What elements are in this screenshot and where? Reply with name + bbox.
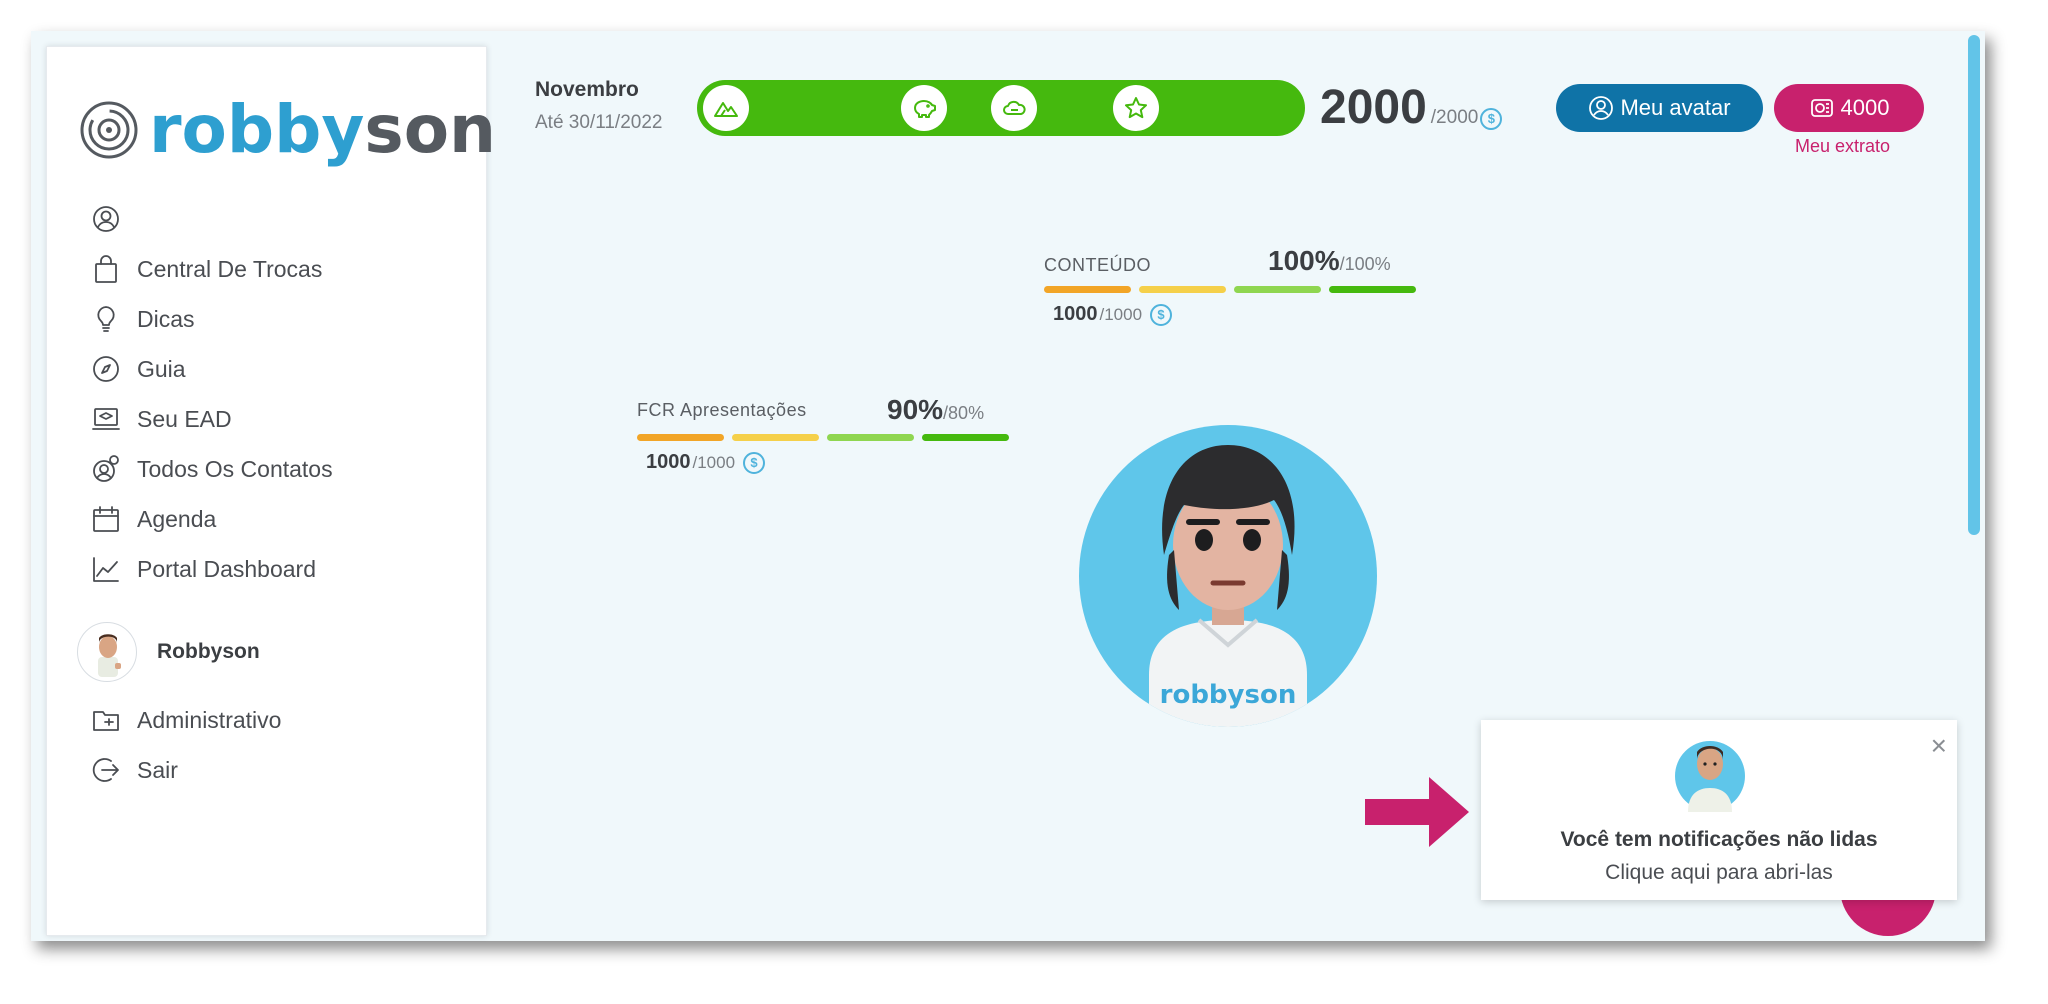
- sidebar-item-todos-os-contatos[interactable]: Todos Os Contatos: [91, 451, 333, 487]
- sidebar-item-label: Guia: [137, 355, 186, 382]
- sidebar-item-label: Administrativo: [137, 706, 282, 733]
- notification-toast[interactable]: × Você tem notificações não lidas Clique…: [1481, 720, 1957, 900]
- points-total: 2000 /2000 $: [1320, 80, 1503, 135]
- sidebar-item-administrativo[interactable]: Administrativo: [91, 702, 281, 738]
- sidebar-item-dicas[interactable]: Dicas: [91, 301, 195, 337]
- segment-yellow: [732, 434, 819, 441]
- segment-green: [1329, 286, 1416, 293]
- points-current: 2000: [1320, 81, 1427, 134]
- user-avatar-large[interactable]: robbyson: [1079, 425, 1377, 727]
- sidebar-item-sair[interactable]: Sair: [91, 752, 178, 788]
- goal-points-total: /1000: [692, 452, 736, 472]
- sidebar-item-guia[interactable]: Guia: [91, 351, 186, 387]
- goal-points-value: 1000: [646, 451, 691, 473]
- sidebar-item-label: Todos Os Contatos: [137, 455, 333, 482]
- contacts-icon: [91, 454, 121, 484]
- goal-pct-target: /80%: [943, 403, 985, 423]
- sidebar-item-label: Agenda: [137, 505, 217, 532]
- milestone-mountain[interactable]: [703, 85, 749, 131]
- notification-avatar: [1675, 741, 1745, 812]
- goal-progress-segments: [1044, 286, 1416, 293]
- notification-subtitle: Clique aqui para abri-las: [1605, 861, 1833, 884]
- season-title: Novembro: [535, 78, 639, 101]
- shopping-bag-icon: [91, 254, 121, 284]
- goal-points-total: /1000: [1099, 304, 1143, 324]
- sidebar-item-portal-dashboard[interactable]: Portal Dashboard: [91, 551, 316, 587]
- sidebar-item-label: Dicas: [137, 305, 195, 332]
- goal-conteudo[interactable]: CONTEÚDO 100%/100% 1000/1000 $: [1044, 245, 1416, 326]
- mountain-icon: [714, 102, 738, 117]
- goal-points-value: 1000: [1053, 303, 1098, 325]
- milestone-star[interactable]: [1113, 85, 1159, 131]
- admin-folder-icon: [91, 705, 121, 735]
- goal-points: 1000/1000 $: [1053, 303, 1173, 326]
- piggy-icon: [914, 100, 936, 118]
- coins-icon: [1810, 99, 1833, 117]
- sidebar-item-label: Seu EAD: [137, 405, 232, 432]
- coin-icon: $: [743, 451, 766, 474]
- sidebar-item-central-de-trocas[interactable]: Central De Trocas: [91, 251, 322, 287]
- sidebar: robbyson Central De Trocas Dicas Guia Se…: [46, 46, 496, 936]
- goal-fcr-apresentacoes[interactable]: FCR Apresentações 90%/80% 1000/1000 $: [637, 394, 1009, 474]
- calendar-icon: [91, 504, 121, 534]
- notification-title: Você tem notificações não lidas: [1560, 828, 1878, 851]
- my-statement-link[interactable]: Meu extrato: [1795, 136, 1890, 157]
- my-avatar-button[interactable]: Meu avatar: [1556, 84, 1763, 132]
- user-circle-icon: [1589, 96, 1614, 120]
- cloud-icon: [1003, 100, 1026, 115]
- avatar-shirt-logo: robbyson: [1160, 680, 1297, 710]
- goal-pct-target: /100%: [1339, 254, 1391, 274]
- goal-points: 1000/1000 $: [646, 451, 766, 474]
- goal-percentage: 90%/80%: [887, 394, 984, 426]
- season-date: Até 30/11/2022: [535, 112, 663, 133]
- close-icon[interactable]: ×: [1931, 732, 1947, 760]
- star-icon: [1125, 97, 1147, 119]
- logout-icon: [91, 755, 121, 785]
- avatar-illustration: robbyson: [1149, 445, 1307, 727]
- goal-percentage: 100%/100%: [1268, 245, 1391, 277]
- user-profile[interactable]: Robbyson: [77, 622, 260, 682]
- sidebar-item-label: Sair: [137, 756, 178, 783]
- segment-orange: [637, 434, 724, 441]
- milestone-cloud[interactable]: [991, 85, 1037, 131]
- goal-progress-segments: [637, 434, 1009, 441]
- points-max: /2000: [1430, 107, 1479, 128]
- user-avatar[interactable]: [77, 622, 137, 682]
- robbyson-logo[interactable]: robbyson: [79, 97, 496, 163]
- sidebar-item-agenda[interactable]: Agenda: [91, 501, 216, 537]
- segment-light-green: [1234, 286, 1321, 293]
- sidebar-item-label: Central De Trocas: [137, 255, 323, 282]
- coin-icon: $: [1150, 303, 1173, 326]
- season-progress-bar: [697, 80, 1305, 136]
- sidebar-item-profile[interactable]: [91, 201, 137, 237]
- goal-pct-value: 90%: [887, 394, 944, 425]
- coins-balance-label: 4000: [1840, 95, 1890, 120]
- my-avatar-label: Meu avatar: [1620, 95, 1731, 120]
- logo-icon: [80, 101, 138, 159]
- chart-line-icon: [91, 554, 121, 584]
- user-circle-icon: [91, 204, 121, 234]
- laptop-graduation-icon: [91, 404, 121, 434]
- coins-balance-button[interactable]: 4000: [1774, 84, 1924, 132]
- lightbulb-icon: [91, 304, 121, 334]
- milestone-piggy[interactable]: [901, 85, 947, 131]
- segment-green: [922, 434, 1009, 441]
- segment-orange: [1044, 286, 1131, 293]
- goal-pct-value: 100%: [1268, 245, 1340, 276]
- segment-yellow: [1139, 286, 1226, 293]
- compass-icon: [91, 354, 121, 384]
- arrow-right-icon: [1365, 777, 1469, 847]
- coin-icon: $: [1480, 107, 1503, 130]
- sidebar-item-seu-ead[interactable]: Seu EAD: [91, 401, 232, 437]
- logo-text: robbyson: [149, 91, 497, 168]
- scrollbar[interactable]: [1968, 35, 1980, 535]
- segment-light-green: [827, 434, 914, 441]
- user-name: Robbyson: [157, 640, 260, 663]
- season-info: Novembro Até 30/11/2022: [535, 78, 662, 134]
- sidebar-item-label: Portal Dashboard: [137, 555, 316, 582]
